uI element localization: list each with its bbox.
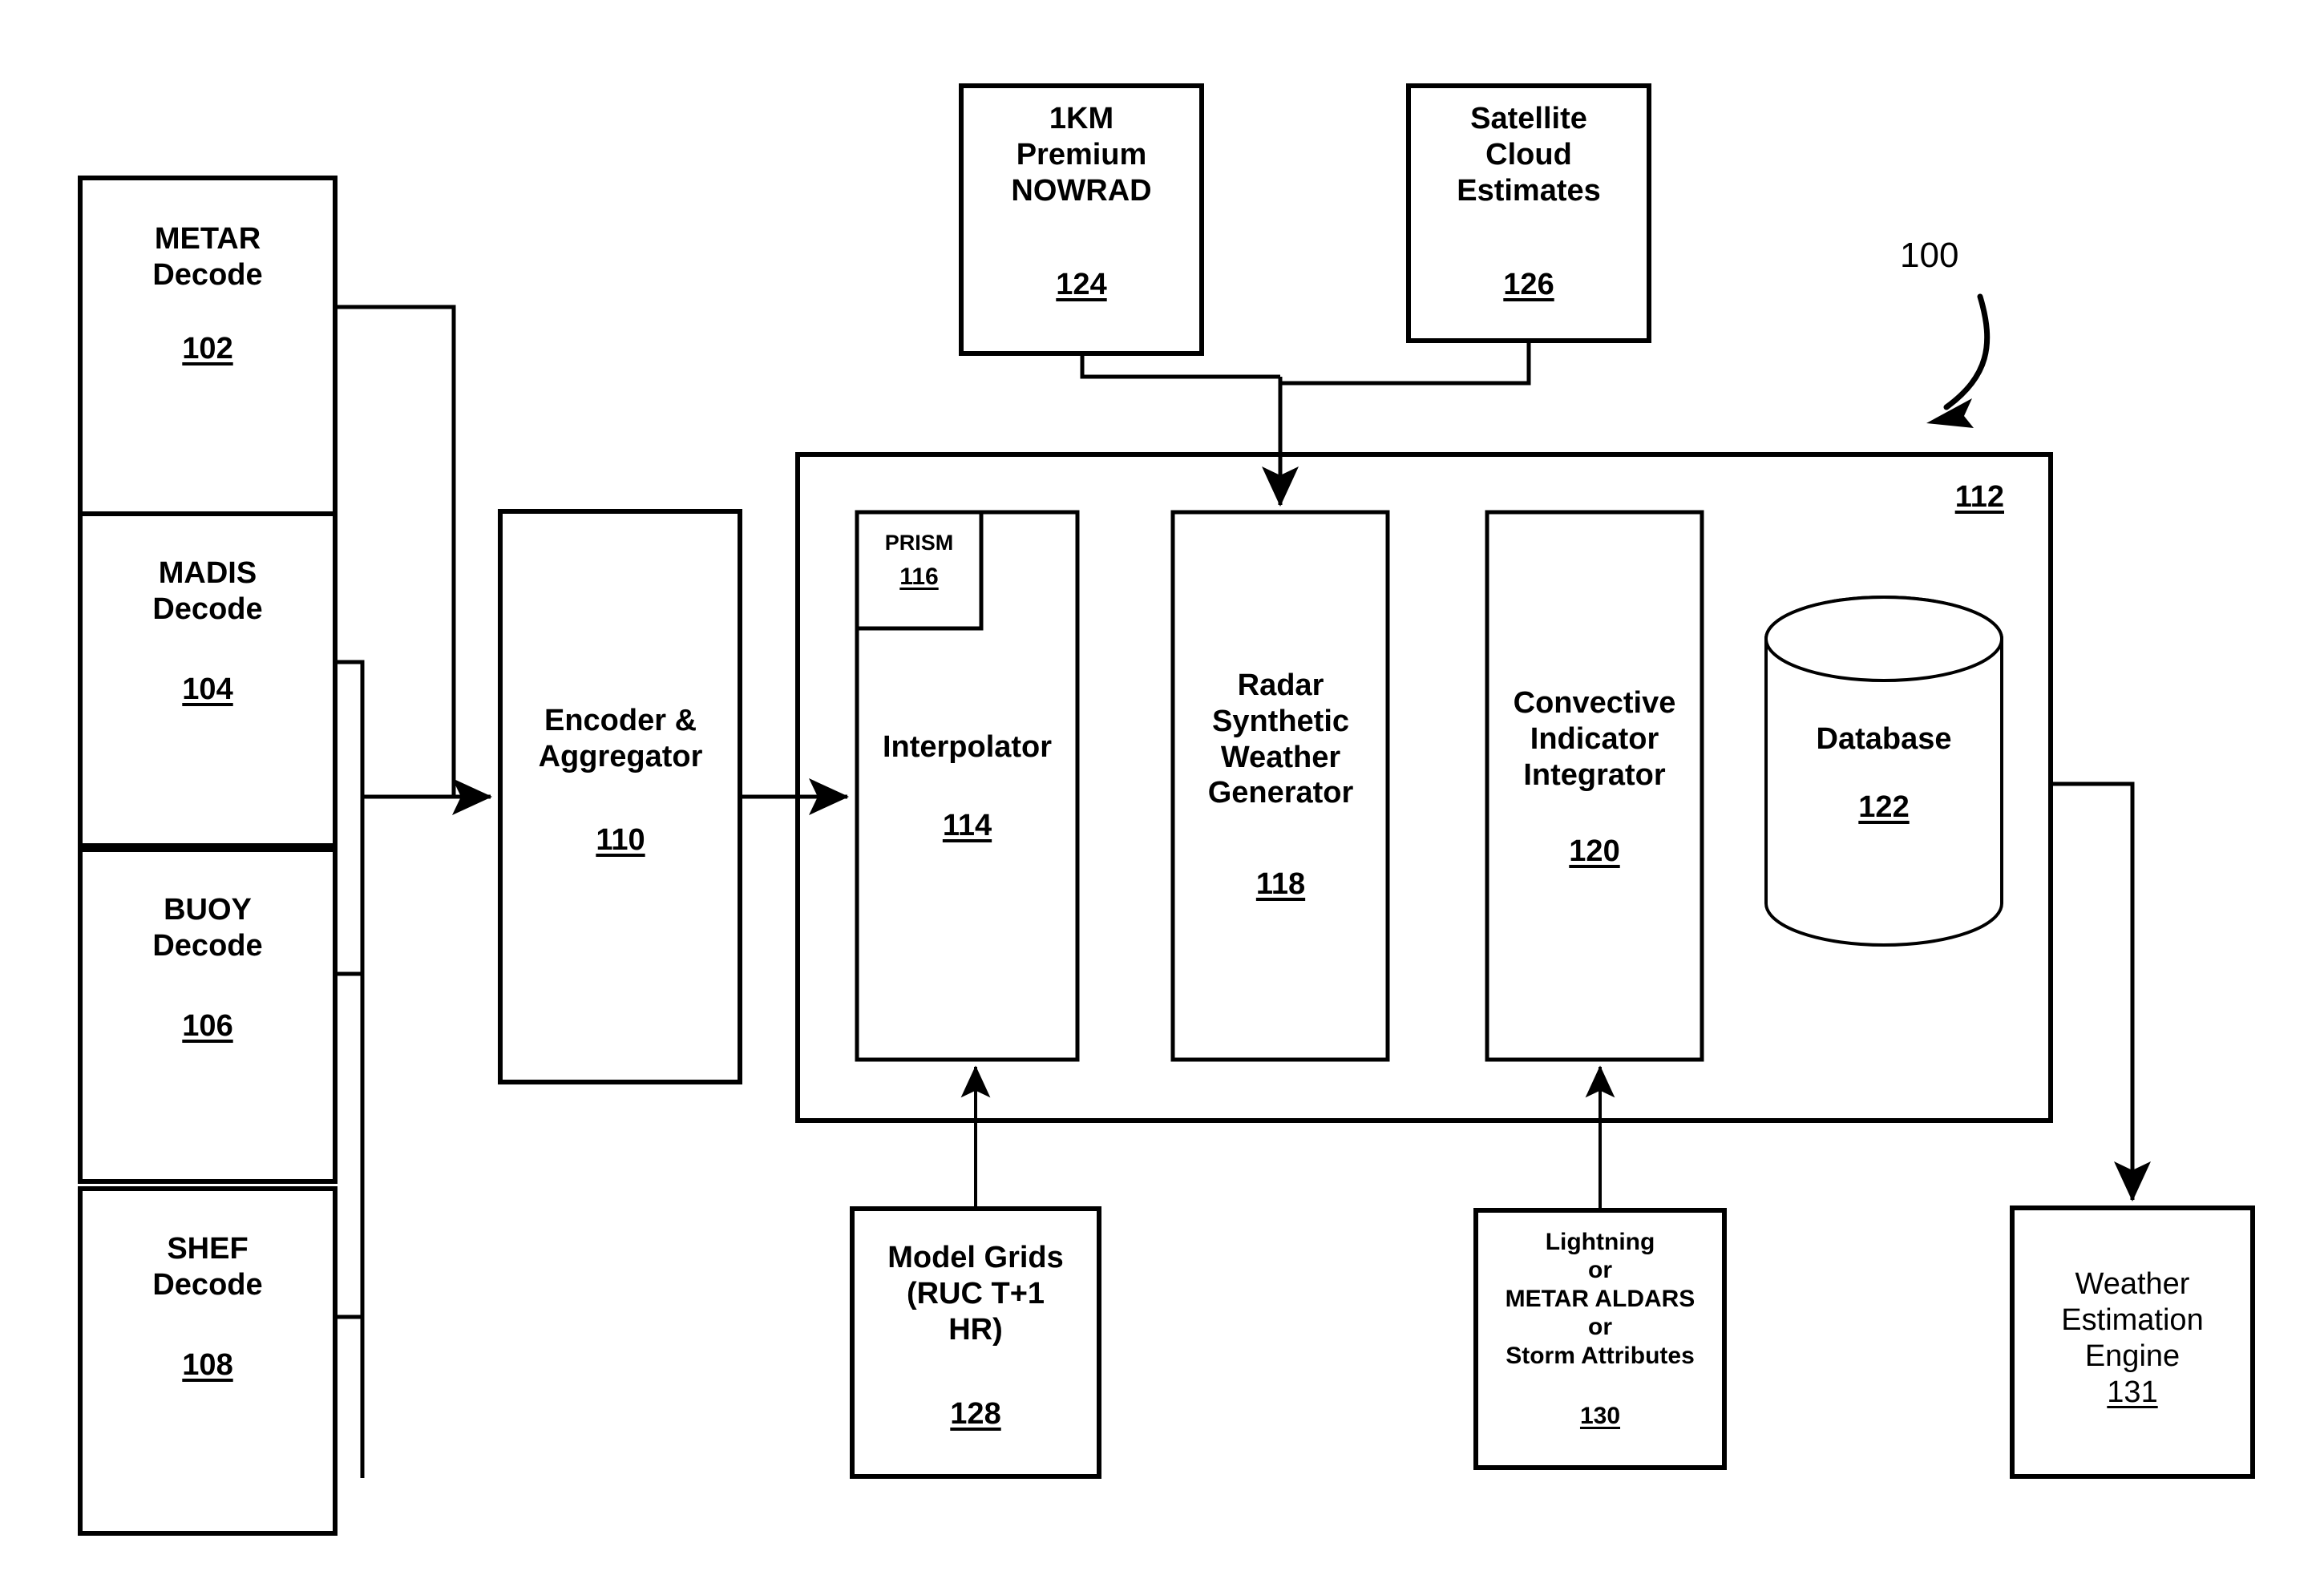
connector-buoy-to-encoder — [335, 797, 365, 976]
label-lightning-title: Lightning or METAR ALDARS or Storm Attri… — [1505, 1229, 1696, 1369]
label-model-grids-num: 128 — [950, 1397, 1001, 1431]
connector-system-to-weather-engine — [2051, 781, 2151, 1201]
label-radar-generator-title: Radar Synthetic Weather Generator — [1207, 668, 1354, 810]
connector-metar-to-encoder — [335, 305, 456, 797]
label-prism-title: PRISM — [884, 531, 954, 555]
label-convective-num: 120 — [1569, 834, 1620, 868]
box-encoder-aggregator — [498, 509, 742, 1084]
label-madis-decode-num: 104 — [182, 672, 233, 706]
connector-satellite-merge — [1280, 341, 1531, 386]
label-interpolator-title: Interpolator — [882, 730, 1053, 764]
reference-numeral-100-arrow — [1943, 293, 1991, 410]
label-lightning-num: 130 — [1579, 1403, 1621, 1429]
label-model-grids-title: Model Grids (RUC T+1 HR) — [887, 1241, 1064, 1347]
label-buoy-decode-title: BUOY Decode — [152, 893, 263, 963]
label-prism-num: 116 — [899, 563, 939, 590]
label-satellite-num: 126 — [1503, 268, 1554, 301]
label-encoder-aggregator-num: 110 — [596, 823, 645, 857]
label-weather-engine-title: Weather Estimation Engine — [2061, 1267, 2204, 1373]
connector-shef-to-encoder — [335, 974, 365, 1319]
label-weather-engine-num: 131 — [2107, 1375, 2158, 1409]
database-cylinder-top — [1764, 596, 2003, 682]
label-shef-decode-num: 108 — [182, 1348, 233, 1382]
label-convective-title: Convective Indicator Integrator — [1513, 686, 1676, 792]
label-database-num: 122 — [1858, 790, 1910, 824]
label-radar-generator-num: 118 — [1255, 867, 1306, 901]
label-satellite-title: Satellite Cloud Estimates — [1457, 102, 1601, 208]
connector-madis-to-encoder — [335, 660, 365, 797]
label-shef-decode-title: SHEF Decode — [152, 1232, 263, 1302]
label-nowrad-title: 1KM Premium NOWRAD — [1011, 102, 1152, 208]
label-reference-numeral-100: 100 — [1900, 236, 1959, 275]
label-madis-decode-title: MADIS Decode — [152, 556, 263, 626]
patent-figure-canvas: METAR Decode 102 MADIS Decode 104 BUOY D… — [0, 0, 2324, 1575]
label-encoder-aggregator-title: Encoder & Aggregator — [538, 704, 703, 773]
label-buoy-decode-num: 106 — [182, 1009, 233, 1043]
label-interpolator-num: 114 — [942, 809, 992, 842]
label-nowrad-num: 124 — [1056, 268, 1107, 301]
connector-nowrad-merge — [1080, 353, 1280, 379]
label-system-container-112: 112 — [1954, 480, 2004, 514]
label-database-title: Database — [1816, 722, 1952, 756]
label-metar-decode-title: METAR Decode — [152, 222, 263, 292]
label-metar-decode-num: 102 — [182, 332, 233, 365]
